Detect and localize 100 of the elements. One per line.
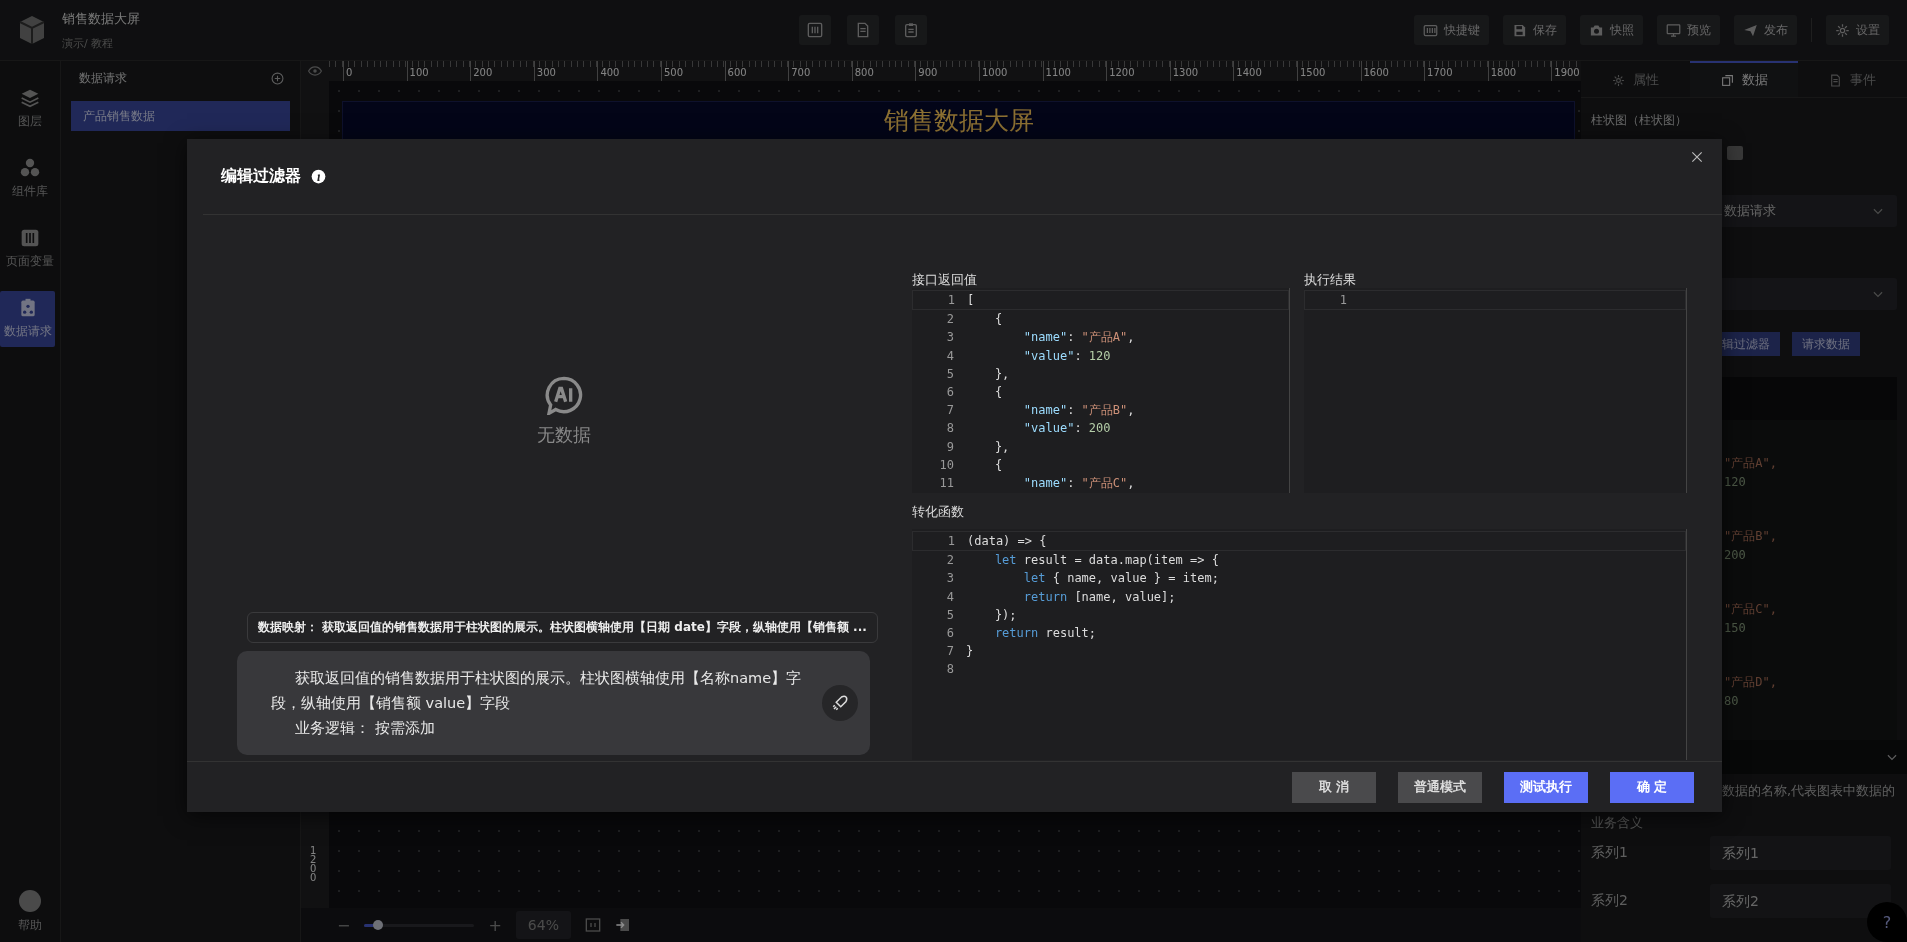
code-editor[interactable]: 1 [ 2 { 3 "name": "产品A", 4 "value": 120 5 }, 6 { 7 "name": "产品B", 8 "value": 200 9 }, 10 { 11 "name": "产品C", (912, 288, 1290, 493)
ruler-label: 800 (854, 67, 875, 78)
line-number: 3 (945, 329, 955, 347)
line-number: 7 (945, 643, 955, 661)
copy-icon (1720, 73, 1734, 87)
nav-item[interactable]: 数据请求 (0, 291, 55, 347)
keyboard-icon (1423, 22, 1438, 38)
component-name: 柱状图（柱状图） (1590, 112, 1688, 129)
code-line: { (993, 456, 1003, 474)
settings-icon (1611, 73, 1625, 87)
line-number: 8 (945, 661, 955, 679)
ruler-label: 700 (791, 67, 812, 78)
line-number: 6 (945, 624, 955, 642)
document-icon (1829, 73, 1843, 87)
ruler-label: 600 (727, 67, 748, 78)
toolbar-button[interactable] (895, 15, 927, 45)
code-line: }); (993, 606, 1017, 624)
request-item[interactable]: 产品销售数据 (71, 101, 290, 131)
code-line: "产品B", (1724, 528, 1778, 545)
line-number: 5 (945, 606, 955, 624)
series-input[interactable]: 系列1 (1710, 836, 1891, 870)
fit-button[interactable] (584, 917, 601, 933)
dialog-button[interactable]: 取 消 (1292, 771, 1376, 803)
code-line: }, (993, 365, 1010, 383)
line-number: 8 (945, 420, 955, 438)
close-icon (1690, 149, 1704, 164)
code-line: "name": "产品A", (1022, 329, 1135, 347)
dialog-button[interactable]: 普通模式 (1398, 771, 1482, 803)
zoom-out-button[interactable]: − (337, 915, 351, 935)
dialog-title: 编辑过滤器 (221, 166, 301, 187)
field-label: 系列2 (1591, 892, 1629, 910)
code-line: }, (993, 438, 1010, 456)
prompt-line: 获取返回值的销售数据用于柱状图的展示。柱状图横轴使用【名称name】字段，纵轴使用【销售额 value】字段 (271, 668, 803, 713)
ruler-label: 1700 (1427, 67, 1454, 78)
toolbar-button[interactable]: 快照 (1580, 15, 1643, 45)
toolbar-button[interactable] (847, 15, 879, 45)
ruler-label: 1200 (1109, 67, 1136, 78)
code-line: "name": "产品B", (1022, 402, 1135, 420)
info-icon (311, 169, 326, 184)
add-icon (271, 71, 284, 85)
code-line: "value": 200 (1022, 420, 1111, 438)
code-editor[interactable]: 1 (1304, 288, 1687, 493)
exit-icon (614, 917, 631, 933)
code-editor[interactable]: 1 (data) => { 2 let result = data.map(item => { 3 let { name, value } = item; 4 return [name, value]; 5 }); 6 return result; 7 } 8 (912, 529, 1687, 760)
code-line: return [name, value]; (1022, 588, 1176, 606)
code-line: "name": "产品C", (1022, 474, 1135, 492)
zoom-in-button[interactable]: + (488, 915, 502, 935)
line-number: 10 (938, 456, 955, 474)
toggle-switch[interactable] (1727, 146, 1743, 160)
ruler-label: 1500 (1299, 67, 1327, 78)
code-line: [ (967, 292, 975, 309)
toolbar-button[interactable]: 发布 (1734, 15, 1797, 45)
ruler-label: 1900 (1554, 67, 1581, 78)
help-button[interactable]: 帮助 (0, 883, 60, 942)
code-line: 150 (1724, 619, 1747, 637)
editor-title: 执行结果 (1304, 271, 1357, 288)
code-line: (data) => { (967, 533, 1047, 550)
line-number: 2 (945, 552, 955, 570)
ruler-label: 0 (346, 67, 354, 78)
code-line: let { name, value } = item; (1022, 570, 1219, 588)
line-number: 3 (945, 570, 955, 588)
add-button[interactable] (271, 71, 284, 85)
ruler-label: 500 (663, 67, 685, 78)
dialog-button[interactable]: 确 定 (1610, 771, 1694, 803)
nav-item[interactable]: 图层 (0, 81, 60, 137)
line-number: 1 (1338, 292, 1348, 309)
ruler-label: 1200 (310, 846, 318, 882)
code-line: return result; (993, 624, 1097, 642)
exit-button[interactable] (614, 917, 631, 933)
code-line: "value": 120 (1022, 347, 1111, 365)
ruler-label: 1800 (1490, 67, 1518, 78)
prompt-line: 业务逻辑： 按需添加 (294, 718, 436, 738)
line-number: 2 (945, 311, 955, 329)
screen-title: 销售数据大屏 (883, 105, 1034, 137)
fit-icon (584, 917, 601, 933)
chart-icon (807, 22, 823, 38)
line-number: 4 (945, 347, 955, 365)
dialog-button[interactable]: 测试执行 (1504, 771, 1588, 803)
toolbar-button[interactable] (799, 15, 831, 45)
toolbar-button[interactable]: 预览 (1657, 15, 1720, 45)
code-line: } (966, 643, 974, 661)
prompt-input[interactable]: 获取返回值的销售数据用于柱状图的展示。柱状图横轴使用【名称name】字段，纵轴使用【销售额 value】字段 业务逻辑： 按需添加 (237, 651, 870, 755)
close-button[interactable] (1690, 149, 1704, 164)
ruler-label: 1100 (1045, 67, 1072, 78)
prompt-chip[interactable]: 数据映射： 获取返回值的销售数据用于柱状图的展示。柱状图横轴使用【日期 date】字段，纵轴使用【销售额 ... (247, 612, 878, 643)
line-number: 6 (945, 383, 955, 401)
nav-item[interactable]: 页面变量 (0, 221, 60, 277)
layers-icon (20, 88, 40, 108)
ruler-label: 1000 (981, 67, 1009, 78)
panel-button[interactable]: 请求数据 (1792, 332, 1860, 356)
slider-thumb[interactable] (372, 919, 383, 930)
toolbar-button[interactable]: 快捷键 (1414, 15, 1489, 45)
toolbar-button[interactable]: 保存 (1503, 15, 1566, 45)
line-number: 7 (945, 402, 955, 420)
code-line: let result = data.map(item => { (993, 552, 1219, 570)
toolbar-button[interactable]: 设置 (1826, 15, 1889, 45)
send-button[interactable] (822, 685, 858, 721)
line-number: 11 (938, 474, 955, 492)
ruler-label: 900 (918, 67, 939, 78)
nav-item[interactable]: 组件库 (0, 151, 60, 207)
